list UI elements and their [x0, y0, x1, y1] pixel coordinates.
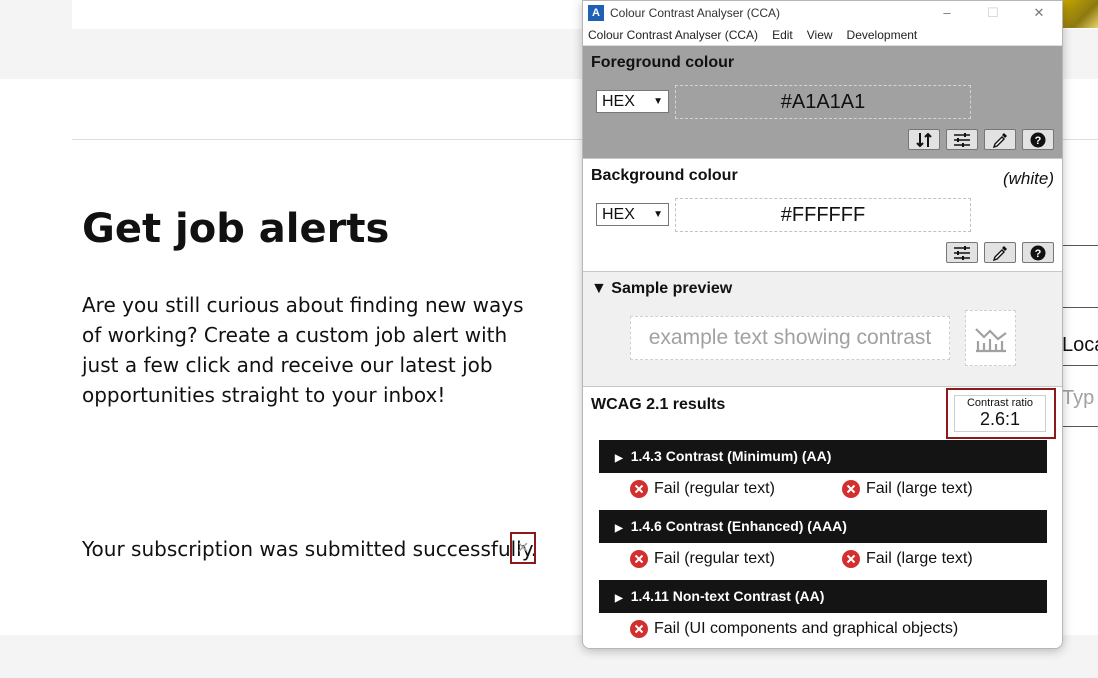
foreground-section: Foreground colour HEX ▼ #A1A1A1 ? — [583, 46, 1062, 159]
fail-icon — [842, 480, 860, 498]
wcag-results-title: WCAG 2.1 results — [591, 396, 726, 413]
criterion-label: 1.4.6 Contrast (Enhanced) (AAA) — [630, 518, 847, 534]
sample-text: example text showing contrast — [630, 316, 950, 360]
field-border — [1062, 307, 1098, 308]
help-icon: ? — [1030, 132, 1046, 147]
result-item: Fail (regular text) — [630, 480, 775, 498]
foreground-title: Foreground colour — [591, 54, 735, 71]
close-success-button[interactable]: × — [510, 532, 536, 564]
menu-bar: Colour Contrast Analyser (CCA) Edit View… — [583, 25, 1062, 46]
foreground-hex-input[interactable]: #A1A1A1 — [675, 85, 971, 119]
title-bar[interactable]: A Colour Contrast Analyser (CCA) – ☐ ✕ — [583, 1, 1062, 25]
field-border — [1062, 245, 1098, 246]
menu-edit[interactable]: Edit — [772, 28, 793, 42]
sample-graphic — [965, 310, 1016, 366]
chevron-down-icon: ▼ — [653, 96, 663, 107]
background-help-button[interactable]: ? — [1022, 242, 1054, 263]
close-window-button[interactable]: ✕ — [1016, 1, 1062, 25]
background-format-value: HEX — [602, 206, 635, 223]
contrast-ratio-highlight: Contrast ratio 2.6:1 — [946, 388, 1056, 439]
field-border — [1062, 365, 1098, 366]
fail-icon — [630, 620, 648, 638]
background-sliders-button[interactable] — [946, 242, 978, 263]
background-hex-input[interactable]: #FFFFFF — [675, 198, 971, 232]
sample-preview-toggle[interactable]: ▼ Sample preview — [591, 280, 732, 298]
contrast-ratio-value: 2.6:1 — [979, 409, 1021, 429]
criterion-1-4-3[interactable]: ▶ 1.4.3 Contrast (Minimum) (AA) — [599, 440, 1047, 473]
result-item: Fail (large text) — [842, 550, 973, 568]
foreground-eyedropper-button[interactable] — [984, 129, 1016, 150]
result-text: Fail (large text) — [866, 480, 973, 497]
wcag-results-section: WCAG 2.1 results Contrast ratio 2.6:1 ▶ 1… — [583, 387, 1062, 648]
expand-arrow-icon: ▶ — [615, 453, 623, 464]
menu-view[interactable]: View — [807, 28, 833, 42]
result-item: Fail (regular text) — [630, 550, 775, 568]
header-image — [1062, 0, 1098, 28]
result-text: Fail (regular text) — [654, 550, 775, 567]
background-section: Background colour (white) HEX ▼ #FFFFFF … — [583, 159, 1062, 272]
result-text: Fail (large text) — [866, 550, 973, 567]
eyedropper-icon — [992, 132, 1007, 148]
fail-icon — [630, 480, 648, 498]
fail-icon — [842, 550, 860, 568]
success-message: Your subscription was submitted successf… — [82, 537, 538, 561]
criterion-label: 1.4.11 Non-text Contrast (AA) — [630, 588, 825, 604]
sample-preview-section: ▼ Sample preview example text showing co… — [583, 272, 1062, 387]
colour-name-note: (white) — [1002, 169, 1054, 188]
type-input[interactable]: Typ — [1062, 387, 1094, 410]
contrast-ratio-label: Contrast ratio — [966, 397, 1034, 409]
location-label: Loca — [1062, 334, 1098, 356]
svg-text:?: ? — [1035, 248, 1042, 260]
criterion-1-4-11[interactable]: ▶ 1.4.11 Non-text Contrast (AA) — [599, 580, 1047, 613]
minimize-button[interactable]: – — [924, 1, 970, 25]
contrast-ratio-box: Contrast ratio 2.6:1 — [954, 395, 1046, 432]
result-item: Fail (large text) — [842, 480, 973, 498]
field-border — [1062, 426, 1098, 427]
criterion-1-4-11-results: Fail (UI components and graphical object… — [583, 617, 1062, 645]
help-icon: ? — [1030, 245, 1046, 260]
menu-app[interactable]: Colour Contrast Analyser (CCA) — [588, 28, 758, 42]
intro-text: Are you still curious about finding new … — [82, 293, 524, 407]
result-text: Fail (regular text) — [654, 480, 775, 497]
swap-colours-button[interactable] — [908, 129, 940, 150]
background-format-select[interactable]: HEX ▼ — [596, 203, 669, 226]
foreground-sliders-button[interactable] — [946, 129, 978, 150]
criterion-1-4-6-results: Fail (regular text) Fail (large text) — [583, 547, 1062, 575]
sliders-icon — [954, 245, 970, 260]
eyedropper-icon — [992, 245, 1007, 261]
app-icon: A — [588, 5, 604, 21]
expand-arrow-icon: ▶ — [615, 593, 623, 604]
background-eyedropper-button[interactable] — [984, 242, 1016, 263]
chart-icon — [974, 328, 1007, 353]
foreground-help-button[interactable]: ? — [1022, 129, 1054, 150]
cca-window: A Colour Contrast Analyser (CCA) – ☐ ✕ C… — [582, 0, 1063, 649]
svg-text:?: ? — [1035, 135, 1042, 147]
sliders-icon — [954, 132, 970, 147]
maximize-button: ☐ — [987, 5, 999, 20]
background-title: Background colour — [591, 167, 738, 184]
criterion-1-4-6[interactable]: ▶ 1.4.6 Contrast (Enhanced) (AAA) — [599, 510, 1047, 543]
criterion-label: 1.4.3 Contrast (Minimum) (AA) — [630, 448, 832, 464]
page-title: Get job alerts — [82, 206, 390, 252]
swap-icon — [916, 132, 932, 147]
result-text: Fail (UI components and graphical object… — [654, 620, 959, 637]
window-title: Colour Contrast Analyser (CCA) — [610, 6, 781, 20]
criterion-1-4-3-results: Fail (regular text) Fail (large text) — [583, 477, 1062, 505]
foreground-format-select[interactable]: HEX ▼ — [596, 90, 669, 113]
result-item: Fail (UI components and graphical object… — [630, 620, 958, 638]
menu-development[interactable]: Development — [847, 28, 918, 42]
foreground-format-value: HEX — [602, 93, 635, 110]
fail-icon — [630, 550, 648, 568]
expand-arrow-icon: ▶ — [615, 523, 623, 534]
chevron-down-icon: ▼ — [653, 209, 663, 220]
